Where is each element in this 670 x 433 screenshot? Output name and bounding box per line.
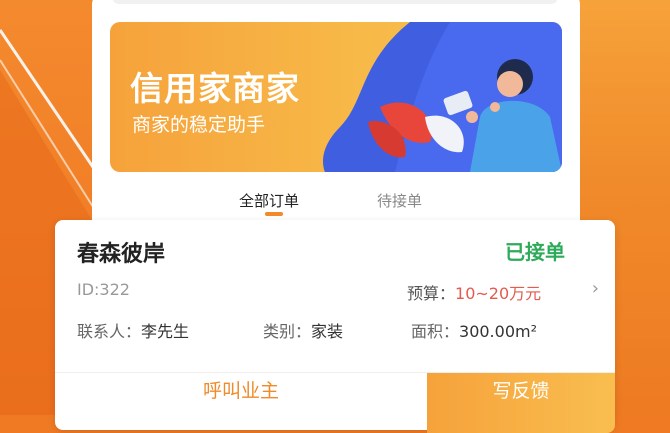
category-value: 家装 [311, 322, 344, 341]
write-feedback-button[interactable]: 写反馈 [427, 373, 615, 433]
order-status-badge: 已接单 [505, 240, 565, 264]
tab-pending-orders[interactable]: 待接单 [377, 190, 422, 211]
area-value: 300.00m² [459, 322, 537, 341]
chevron-right-icon[interactable]: › [592, 278, 599, 299]
tab-all-orders[interactable]: 全部订单 [239, 190, 299, 211]
area-label: 面积： [411, 322, 460, 341]
budget-label: 预算： [407, 284, 456, 303]
order-budget: 预算：10~20万元 [407, 280, 541, 304]
call-owner-button[interactable]: 呼叫业主 [55, 373, 427, 433]
order-card[interactable]: 春森彼岸 已接单 ID:322 预算：10~20万元 › 联系人：李先生 类别：… [55, 220, 615, 433]
banner-title: 信用家商家 [130, 69, 300, 108]
banner-subtitle: 商家的稳定助手 [132, 114, 266, 136]
order-contact: 联系人：李先生 [77, 318, 189, 342]
active-tab-indicator [265, 212, 283, 216]
order-area: 面积：300.00m² [411, 318, 537, 342]
category-label: 类别： [263, 322, 312, 341]
order-tabs: 全部订单 待接单 [92, 180, 580, 220]
order-name: 春森彼岸 [77, 242, 166, 267]
order-category: 类别：家装 [263, 318, 343, 342]
order-id: ID:322 [77, 280, 130, 299]
budget-value: 10~20万元 [455, 284, 542, 303]
promo-banner[interactable]: 信用家商家 商家的稳定助手 [110, 22, 562, 172]
search-bar[interactable] [112, 0, 558, 4]
contact-label: 联系人： [77, 322, 142, 341]
contact-value: 李先生 [141, 322, 190, 341]
